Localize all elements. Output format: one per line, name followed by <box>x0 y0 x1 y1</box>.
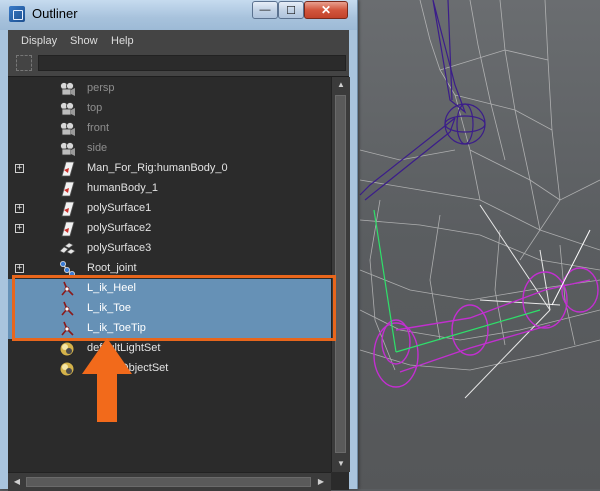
outliner-row-label: persp <box>87 82 115 94</box>
scroll-left-icon[interactable]: ◀ <box>10 475 24 489</box>
horizontal-scrollbar[interactable]: ◀ ▶ <box>8 472 331 491</box>
ik-handle-icon <box>58 300 76 318</box>
outliner-row[interactable]: side <box>8 139 331 159</box>
expand-icon[interactable]: + <box>15 204 24 213</box>
close-icon: ✕ <box>320 3 332 17</box>
ik-handle-icon <box>58 320 76 338</box>
outliner-row-label: polySurface2 <box>87 222 152 234</box>
vertical-scrollbar[interactable]: ▲ ▼ <box>331 77 350 472</box>
mesh-icon <box>58 160 76 178</box>
vertical-scroll-thumb[interactable] <box>335 95 346 453</box>
maximize-icon: ☐ <box>286 4 296 17</box>
outliner-row-label: side <box>87 142 108 154</box>
outliner-row[interactable]: humanBody_1 <box>8 179 331 199</box>
minimize-button[interactable]: — <box>252 1 278 19</box>
outliner-row-label: L_ik_ToeTip <box>87 322 146 334</box>
poly-group-icon <box>58 240 76 258</box>
menu-bar: Display Show Help <box>8 30 349 52</box>
ik-handle-icon <box>58 280 76 298</box>
expand-icon[interactable]: + <box>15 224 24 233</box>
camera-icon <box>58 80 76 98</box>
outliner-list[interactable]: persp top front side + Man_For_Rig:humanBody_… <box>8 77 331 472</box>
set-icon <box>58 340 76 358</box>
mesh-icon <box>58 200 76 218</box>
outliner-row-label: top <box>87 102 103 114</box>
menu-display[interactable]: Display <box>21 35 57 47</box>
outliner-row[interactable]: L_ik_ToeTip <box>8 319 331 339</box>
horizontal-scroll-thumb[interactable] <box>26 477 311 487</box>
outliner-list-panel: persp top front side + Man_For_Rig:humanBody_… <box>8 76 350 491</box>
annotation-up-arrow-icon <box>82 338 132 422</box>
scroll-up-icon[interactable]: ▲ <box>334 78 348 92</box>
outliner-row-label: polySurface1 <box>87 202 152 214</box>
ik-foot-circles <box>373 267 599 388</box>
filter-row <box>8 52 349 74</box>
outliner-row-label: front <box>87 122 110 134</box>
outliner-row[interactable]: top <box>8 99 331 119</box>
filter-input[interactable] <box>38 55 346 71</box>
menu-help[interactable]: Help <box>111 35 134 47</box>
outliner-row-label: L_ik_Toe <box>87 302 132 314</box>
title-bar[interactable]: Outliner — ☐ ✕ <box>0 0 357 30</box>
outliner-row[interactable]: front <box>8 119 331 139</box>
minimize-icon: — <box>259 4 271 16</box>
window-title: Outliner <box>32 6 78 21</box>
outliner-row-label: humanBody_1 <box>87 182 158 194</box>
outliner-window[interactable]: Outliner — ☐ ✕ Display Show Help persp to… <box>0 0 358 491</box>
outliner-row[interactable]: persp <box>8 79 331 99</box>
outliner-row-label: L_ik_Heel <box>87 282 136 294</box>
leg-joints <box>359 0 486 201</box>
scroll-right-icon[interactable]: ▶ <box>314 475 328 489</box>
camera-icon <box>58 140 76 158</box>
set-icon <box>58 360 76 378</box>
camera-icon <box>58 120 76 138</box>
outliner-row-label: Root_joint <box>87 262 137 274</box>
outliner-row[interactable]: + Root_joint <box>8 259 331 279</box>
outliner-row[interactable]: + Man_For_Rig:humanBody_0 <box>8 159 331 179</box>
joint-icon <box>58 260 76 278</box>
mesh-icon <box>58 180 76 198</box>
outliner-row[interactable]: + polySurface1 <box>8 199 331 219</box>
scroll-down-icon[interactable]: ▼ <box>334 457 348 471</box>
outliner-client-area: Display Show Help persp top front side + Man_… <box>8 30 350 491</box>
outliner-row-label: polySurface3 <box>87 242 152 254</box>
maximize-button[interactable]: ☐ <box>278 1 304 19</box>
filter-icon[interactable] <box>16 55 32 71</box>
outliner-row[interactable]: L_ik_Toe <box>8 299 331 319</box>
maya-app-icon <box>9 6 25 22</box>
outliner-row[interactable]: + polySurface2 <box>8 219 331 239</box>
outliner-row-label: Man_For_Rig:humanBody_0 <box>87 162 228 174</box>
outliner-row[interactable]: polySurface3 <box>8 239 331 259</box>
mesh-icon <box>58 220 76 238</box>
outliner-row[interactable]: L_ik_Heel <box>8 279 331 299</box>
menu-show[interactable]: Show <box>70 35 98 47</box>
expand-icon[interactable]: + <box>15 264 24 273</box>
camera-icon <box>58 100 76 118</box>
expand-icon[interactable]: + <box>15 164 24 173</box>
outliner-row[interactable]: defaultObjectSet <box>8 359 331 379</box>
close-button[interactable]: ✕ <box>304 1 348 19</box>
outliner-row[interactable]: defaultLightSet <box>8 339 331 359</box>
